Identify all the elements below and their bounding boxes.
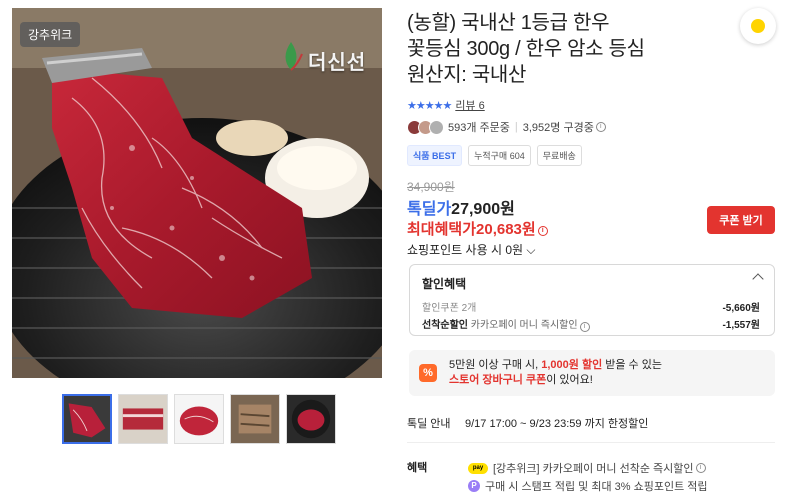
discount-amount: -5,660원 <box>722 303 760 314</box>
point-icon: P <box>468 480 480 492</box>
deal-price: 톡딜가27,900원 <box>407 195 515 219</box>
product-info: (농할) 국내산 1등급 한우 꽃등심 300g / 한우 암소 등심 원산지:… <box>407 10 777 88</box>
promo-text: 5만원 이상 구매 시, <box>449 359 542 371</box>
buyer-avatars <box>407 119 444 135</box>
review-link[interactable]: 리뷰 6 <box>455 97 484 113</box>
promo-text: 이 있어요! <box>546 374 593 386</box>
tag-free-shipping: 무료배송 <box>536 145 582 166</box>
thumbnail-2[interactable] <box>118 394 168 444</box>
discount-header: 할인혜택 <box>422 277 467 291</box>
brand-logo: 더신선 <box>278 40 368 76</box>
promo-text: 받을 수 있는 <box>602 359 662 371</box>
tag-list: 식품 BEST 누적구매 604 무료배송 <box>407 145 582 166</box>
discount-label-bold: 선착순할인 <box>422 320 468 331</box>
get-coupon-button[interactable]: 쿠폰 받기 <box>707 206 775 234</box>
discount-benefits-box[interactable]: 할인혜택 할인쿠폰 2개 -5,660원 선착순할인 카카오페이 머니 즉시할인… <box>409 264 775 336</box>
thumbnail-3[interactable] <box>174 394 224 444</box>
info-icon[interactable]: i <box>537 226 548 236</box>
tag-food-best[interactable]: 식품 BEST <box>407 145 463 166</box>
discount-amount: -1,557원 <box>722 320 760 331</box>
max-benefit-price: 최대혜택가20,683원 i <box>407 218 548 239</box>
discount-row-coupon: 할인쿠폰 2개 -5,660원 <box>422 299 760 314</box>
coin-icon <box>751 19 765 33</box>
deal-price-value: 27,900원 <box>451 201 515 218</box>
divider: | <box>514 121 518 133</box>
deal-info: 톡딜 안내 9/17 17:00 ~ 9/23 23:59 까지 한정할인 <box>407 415 648 431</box>
discount-label: 카카오페이 머니 즉시할인 <box>470 320 578 331</box>
promo-line-2: 스토어 장바구니 쿠폰이 있어요! <box>449 373 765 388</box>
thumbnail-5[interactable] <box>286 394 336 444</box>
discount-row-firstcome: 선착순할인 카카오페이 머니 즉시할인 i -1,557원 <box>422 316 760 332</box>
divider <box>407 442 775 443</box>
promo-highlight: 1,000원 할인 <box>541 359 603 371</box>
deal-info-label: 톡딜 안내 <box>407 418 451 430</box>
week-badge: 강추위크 <box>20 22 81 47</box>
shopping-point-dropdown[interactable]: 쇼핑포인트 사용 시 0원 ⌵ <box>407 241 536 258</box>
benefit-row-points: P 구매 시 스탬프 적립 및 최대 3% 쇼핑포인트 적립 <box>468 477 788 495</box>
promo-line-1: 5만원 이상 구매 시, 1,000원 할인 받을 수 있는 <box>449 358 765 373</box>
avatar <box>429 119 444 135</box>
discount-label: 할인쿠폰 2개 <box>422 303 477 314</box>
promo-highlight: 스토어 장바구니 쿠폰 <box>449 374 547 386</box>
buyer-activity: 593개 주문중 | 3,952명 구경중 i <box>407 119 606 135</box>
shopping-point-label: 쇼핑포인트 사용 시 0원 <box>407 243 524 257</box>
benefit-row-kakaopay: pay [강추위크] 카카오페이 머니 선착순 즉시할인 i <box>468 459 788 477</box>
kakaopay-icon: pay <box>468 462 488 474</box>
product-title: (농할) 국내산 1등급 한우 꽃등심 300g / 한우 암소 등심 원산지:… <box>407 10 777 88</box>
star-rating-icon: ★★★★★ <box>407 99 452 112</box>
chevron-down-icon: ⌵ <box>526 243 536 257</box>
benefit-text: [강추위크] 카카오페이 머니 선착순 즉시할인 <box>493 463 694 475</box>
title-line-2: 꽃등심 300g / 한우 암소 등심 <box>407 38 645 60</box>
title-line-3: 원산지: 국내산 <box>407 64 527 86</box>
title-line-1: (농할) 국내산 1등급 한우 <box>407 12 610 34</box>
deal-price-label: 톡딜가 <box>407 201 452 218</box>
thumbnail-1[interactable] <box>62 394 112 444</box>
original-price: 34,900원 <box>407 180 455 194</box>
benefit-label: 혜택 <box>407 462 428 474</box>
percent-icon: % <box>419 364 437 382</box>
tag-cumulative-purchases: 누적구매 604 <box>468 145 531 166</box>
brand-name: 더신선 <box>308 52 367 74</box>
viewer-count: 3,952명 구경중 <box>522 122 594 134</box>
benefit-text: 구매 시 스탬프 적립 및 최대 3% 쇼핑포인트 적립 <box>485 481 708 493</box>
order-count: 593개 주문중 <box>448 122 510 134</box>
info-icon[interactable]: i <box>579 322 590 332</box>
max-benefit-label: 최대혜택가 <box>407 221 477 238</box>
leaf-icon <box>285 42 303 71</box>
deal-info-value: 9/17 17:00 ~ 9/23 23:59 까지 한정할인 <box>465 418 649 430</box>
side-floating-button[interactable] <box>740 8 776 44</box>
max-benefit-value: 20,683원 <box>476 221 536 238</box>
thumbnail-list <box>62 394 336 444</box>
cart-coupon-promo[interactable]: % 5만원 이상 구매 시, 1,000원 할인 받을 수 있는 스토어 장바구… <box>409 350 775 396</box>
thumbnail-4[interactable] <box>230 394 280 444</box>
info-icon[interactable]: i <box>695 463 706 473</box>
rating: ★★★★★ 리뷰 6 <box>407 97 485 113</box>
info-icon[interactable]: i <box>595 122 606 132</box>
